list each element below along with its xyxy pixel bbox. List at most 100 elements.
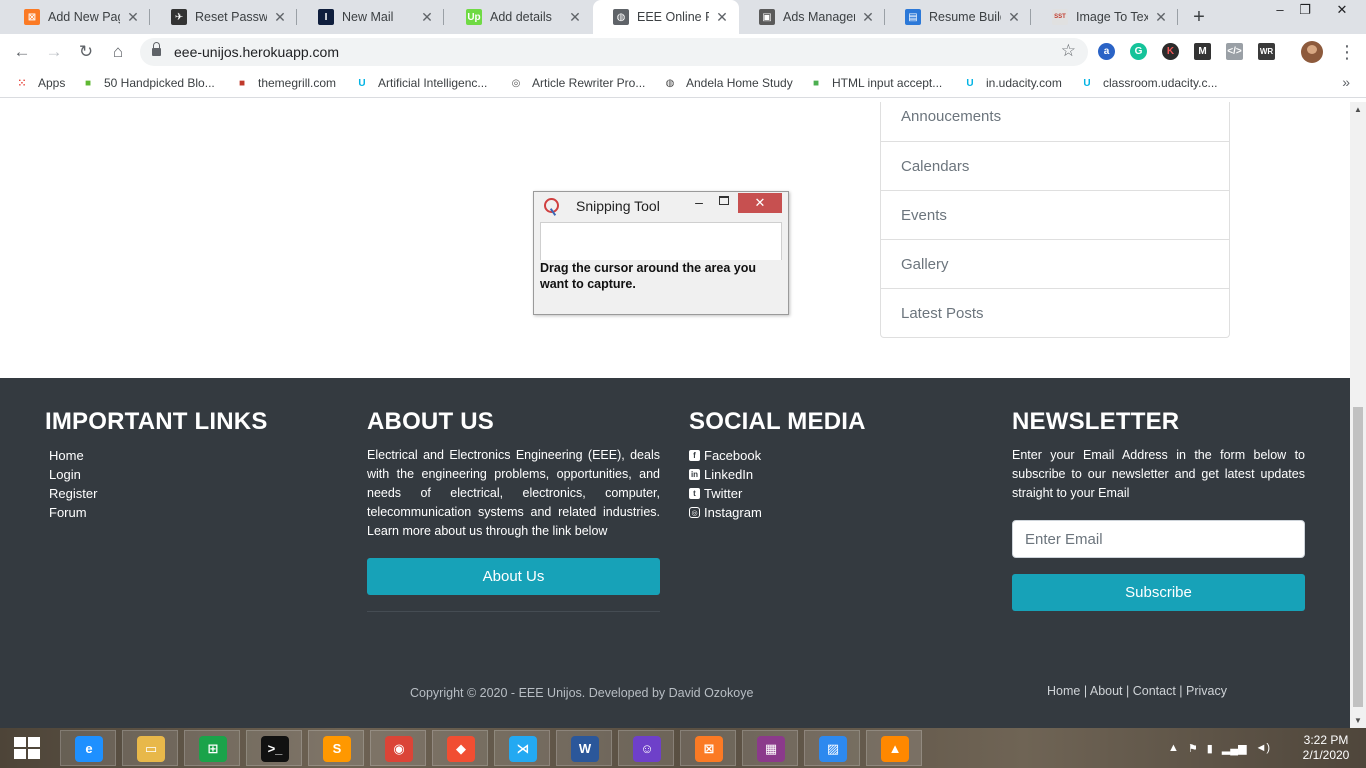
taskbar-app[interactable]: W <box>556 730 612 766</box>
footer-legal-link[interactable]: Privacy <box>1186 684 1227 698</box>
tab-5[interactable]: ◍ EEE Online Reg ✕ <box>593 0 739 34</box>
reload-icon[interactable]: ↻ <box>74 40 98 64</box>
taskbar-app[interactable]: S <box>308 730 364 766</box>
footer-link[interactable]: Home <box>49 446 338 465</box>
tab-close-icon[interactable]: ✕ <box>861 9 875 26</box>
email-input[interactable] <box>1012 520 1305 558</box>
volume-icon[interactable]: ◄) <box>1256 742 1271 754</box>
page-scrollbar[interactable]: ▲ ▼ <box>1350 102 1366 728</box>
social-link[interactable]: f Facebook <box>689 446 982 465</box>
menu-icon[interactable]: ⋮ <box>1338 40 1356 64</box>
wr-extension-icon[interactable]: WR <box>1258 43 1275 60</box>
tab-1[interactable]: ⊠ Add New Page ✕ <box>4 0 150 34</box>
footer-link[interactable]: Forum <box>49 503 338 522</box>
tab-close-icon[interactable]: ✕ <box>126 9 140 26</box>
social-link[interactable]: ◎ Instagram <box>689 503 982 522</box>
lock-icon[interactable] <box>152 42 161 57</box>
snipping-tool-window[interactable]: Snipping Tool – ✕ Drag the cursor around… <box>533 191 789 315</box>
taskbar-app[interactable]: >_ <box>246 730 302 766</box>
profile-avatar[interactable] <box>1301 41 1323 63</box>
tab-7[interactable]: ▤ Resume Builder ✕ <box>885 0 1031 34</box>
scroll-thumb[interactable] <box>1353 407 1363 707</box>
social-link[interactable]: t Twitter <box>689 484 982 503</box>
tab-close-icon[interactable]: ✕ <box>1007 9 1021 26</box>
more-bookmarks-icon[interactable]: » <box>1342 74 1350 90</box>
extension-m-icon[interactable]: M <box>1194 43 1211 60</box>
new-tab-button[interactable]: + <box>1187 5 1211 29</box>
tab-close-icon[interactable]: ✕ <box>568 9 582 26</box>
system-clock[interactable]: 3:22 PM 2/1/2020 <box>1296 733 1356 763</box>
sidebar-item[interactable]: Annoucements <box>881 102 1229 141</box>
tab-2[interactable]: ✈ Reset Password ✕ <box>151 0 297 34</box>
taskbar-app[interactable]: ▭ <box>122 730 178 766</box>
snip-close-button[interactable]: ✕ <box>738 193 782 213</box>
taskbar-app[interactable]: ▲ <box>866 730 922 766</box>
taskbar-app[interactable]: e <box>60 730 116 766</box>
bookmark-label: 50 Handpicked Blo... <box>104 76 215 90</box>
bookmark-item[interactable]: ■ 50 Handpicked Blo... <box>80 75 215 91</box>
extension-a-icon[interactable]: a <box>1098 43 1115 60</box>
footer-link[interactable]: Login <box>49 465 338 484</box>
sidebar-item[interactable]: Events <box>881 190 1229 239</box>
taskbar-app[interactable]: ▨ <box>804 730 860 766</box>
tab-3[interactable]: I New Mail ✕ <box>298 0 444 34</box>
battery-icon[interactable]: ▮ <box>1207 742 1213 755</box>
tab-title: Add details <box>490 10 552 24</box>
snipping-tool-titlebar[interactable]: Snipping Tool – ✕ <box>534 192 788 220</box>
forward-icon[interactable]: → <box>42 40 66 64</box>
taskbar-app[interactable]: ◉ <box>370 730 426 766</box>
chrome-icon: ◉ <box>385 736 413 762</box>
scroll-up-icon[interactable]: ▲ <box>1354 105 1362 114</box>
taskbar-app[interactable]: ⊞ <box>184 730 240 766</box>
back-icon[interactable]: ← <box>10 40 34 64</box>
tab-close-icon[interactable]: ✕ <box>273 9 287 26</box>
footer-link[interactable]: Register <box>49 484 338 503</box>
window-close-button[interactable]: ✕ <box>1324 0 1360 22</box>
signal-icon[interactable]: ▂▄▆ <box>1222 742 1247 755</box>
tray-up-arrow-icon[interactable]: ▲ <box>1168 742 1179 754</box>
bookmark-item[interactable]: ◍ Andela Home Study <box>662 75 793 91</box>
tab-separator <box>1030 9 1031 25</box>
tab-4[interactable]: Up Add details ✕ <box>446 0 592 34</box>
about-us-button[interactable]: About Us <box>367 558 660 595</box>
tab-close-icon[interactable]: ✕ <box>420 9 434 26</box>
bookmark-item[interactable]: U Artificial Intelligenc... <box>354 75 487 91</box>
flag-icon[interactable]: ⚑ <box>1188 742 1198 755</box>
bookmark-item[interactable]: Uin.udacity.com <box>962 75 1062 91</box>
footer-legal-link[interactable]: About <box>1090 684 1123 698</box>
home-icon[interactable]: ⌂ <box>106 40 130 64</box>
bookmark-star-icon[interactable]: ☆ <box>1061 41 1076 61</box>
sidebar-item[interactable]: Calendars <box>881 141 1229 190</box>
footer-legal-link[interactable]: Home <box>1047 684 1080 698</box>
bookmark-item[interactable]: ◎ Article Rewriter Pro... <box>508 75 646 91</box>
bookmark-label: in.udacity.com <box>986 76 1062 90</box>
bookmark-item[interactable]: ■ HTML input accept... <box>808 75 942 91</box>
url-text[interactable]: eee-unijos.herokuapp.com <box>174 44 339 60</box>
bookmark-item[interactable]: Uclassroom.udacity.c... <box>1079 75 1217 91</box>
taskbar-app[interactable]: ▦ <box>742 730 798 766</box>
social-link[interactable]: in LinkedIn <box>689 465 982 484</box>
tab-close-icon[interactable]: ✕ <box>1154 9 1168 26</box>
windows-start-icon[interactable] <box>14 737 40 759</box>
taskbar-app[interactable]: ☺ <box>618 730 674 766</box>
scroll-down-icon[interactable]: ▼ <box>1354 716 1362 725</box>
taskbar-app[interactable]: ⊠ <box>680 730 736 766</box>
extension-k-icon[interactable]: K <box>1162 43 1179 60</box>
sidebar-item[interactable]: Latest Posts <box>881 288 1229 337</box>
tab-close-icon[interactable]: ✕ <box>715 9 729 26</box>
address-bar[interactable]: eee-unijos.herokuapp.com ☆ <box>140 38 1088 66</box>
subscribe-button[interactable]: Subscribe <box>1012 574 1305 611</box>
taskbar-app[interactable]: ⋊ <box>494 730 550 766</box>
snip-maximize-button[interactable] <box>719 196 729 205</box>
restore-button[interactable]: ❐ <box>1287 0 1323 22</box>
bookmark-item[interactable]: ■ themegrill.com <box>234 75 336 91</box>
code-extension-icon[interactable]: </> <box>1226 43 1243 60</box>
tab-8[interactable]: SST Image To Text ✕ <box>1032 0 1178 34</box>
tab-6[interactable]: ▣ Ads Manager - ✕ <box>739 0 885 34</box>
bookmark-item[interactable]: ⁙ Apps <box>14 75 66 91</box>
snip-minimize-button[interactable]: – <box>691 194 707 210</box>
taskbar-app[interactable]: ◆ <box>432 730 488 766</box>
footer-legal-link[interactable]: Contact <box>1133 684 1176 698</box>
grammarly-icon[interactable]: G <box>1130 43 1147 60</box>
sidebar-item[interactable]: Gallery <box>881 239 1229 288</box>
